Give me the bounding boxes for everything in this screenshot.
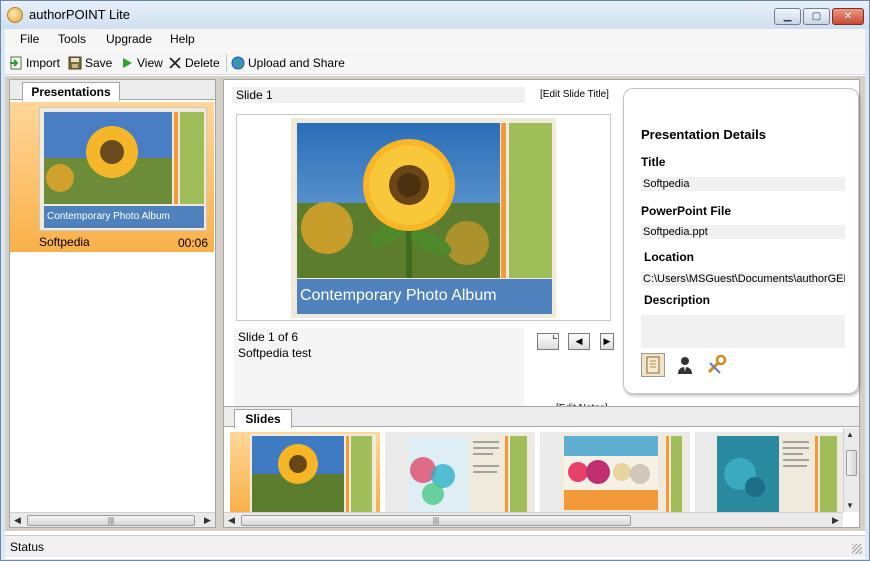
presentation-name: Softpedia	[39, 235, 90, 249]
scroll-down-icon[interactable]: ▼	[846, 501, 854, 510]
status-text: Status	[10, 540, 45, 554]
slide-title-label: Slide 1	[232, 87, 525, 103]
scroll-up-icon[interactable]: ▲	[846, 430, 854, 439]
scroll-left-icon[interactable]: ◀	[10, 513, 25, 528]
slide-counter: Slide 1 of 6	[238, 330, 299, 344]
previous-slide-button[interactable]: ◀	[568, 333, 590, 350]
description-label: Description	[644, 293, 711, 307]
toolbar: Import Save View Delete Upload and Share	[5, 50, 865, 75]
slide-thumbnail-1[interactable]	[230, 432, 380, 512]
view-label: View	[137, 56, 163, 70]
slide-preview: Contemporary Photo Album	[291, 118, 556, 318]
delete-x-icon	[168, 56, 182, 70]
import-label: Import	[26, 56, 61, 70]
globe-upload-icon	[231, 56, 245, 70]
menu-tools[interactable]: Tools	[58, 32, 86, 46]
edit-slide-title-link[interactable]: [Edit Slide Title]	[540, 89, 609, 100]
slide-accent-orange	[501, 123, 506, 278]
presentation-thumbnail: Contemporary Photo Album	[39, 107, 207, 231]
title-label: Title	[641, 155, 666, 169]
window-title: authorPOINT Lite	[29, 7, 130, 22]
slide-thumbnail-2[interactable]	[385, 432, 535, 512]
scroll-right-icon[interactable]: ▶	[828, 513, 843, 528]
slide-caption: Contemporary Photo Album	[297, 279, 552, 314]
presentation-info-icon[interactable]	[641, 353, 665, 377]
import-icon	[9, 56, 23, 70]
close-button[interactable]: ✕	[832, 8, 864, 25]
dropdown-corner-icon	[553, 335, 557, 339]
slide-editor-pane: Slide 1 [Edit Slide Title] Contemporary …	[223, 79, 860, 424]
scroll-right-icon[interactable]: ▶	[200, 513, 215, 528]
scroll-left-icon[interactable]: ◀	[224, 513, 239, 528]
app-window: authorPOINT Lite ▁ ▢ ✕ File Tools Upgrad…	[0, 0, 870, 561]
vscroll-thumb[interactable]	[846, 450, 857, 476]
presentation-details-panel: Presentation Details Title Softpedia Pow…	[623, 88, 859, 394]
slide-options-button[interactable]	[537, 333, 559, 350]
menu-help[interactable]: Help	[170, 32, 195, 46]
save-button[interactable]: Save	[68, 55, 112, 71]
description-field[interactable]	[641, 315, 845, 348]
slide-preview-frame: Contemporary Photo Album	[236, 114, 611, 321]
slide-thumbnail-4[interactable]	[695, 432, 845, 512]
powerpoint-file-field[interactable]: Softpedia.ppt	[641, 225, 845, 239]
resize-grip-icon[interactable]	[852, 544, 862, 554]
location-field[interactable]: C:\Users\MSGuest\Documents\authorGEN	[641, 272, 845, 286]
presentations-tabstrip: Presentations	[10, 80, 215, 101]
slide-thumbnail-3[interactable]	[540, 432, 690, 512]
menu-file[interactable]: File	[20, 32, 39, 46]
author-profile-icon[interactable]	[673, 353, 697, 377]
minimize-button[interactable]: ▁	[774, 8, 801, 25]
arrow-left-icon: ◀	[575, 336, 583, 346]
play-icon	[120, 56, 134, 70]
thumbnail-caption: Contemporary Photo Album	[44, 206, 204, 228]
upload-share-button[interactable]: Upload and Share	[231, 55, 345, 71]
status-bar: Status	[5, 535, 865, 557]
scroll-thumb[interactable]: |||	[241, 515, 631, 526]
save-icon	[68, 56, 82, 70]
slides-pane: Slides ▲ ▼ ◀ ||| ▶	[223, 406, 860, 528]
location-label: Location	[644, 250, 694, 264]
title-bar[interactable]: authorPOINT Lite ▁ ▢ ✕	[1, 1, 869, 29]
client-area: File Tools Upgrade Help Import Save View…	[5, 29, 865, 559]
arrow-right-icon: ▶	[603, 336, 611, 346]
view-button[interactable]: View	[120, 55, 163, 71]
presentation-duration: 00:06	[177, 236, 208, 250]
menu-bar: File Tools Upgrade Help	[5, 29, 865, 49]
app-logo-icon	[7, 7, 23, 23]
sunflower-image	[297, 123, 500, 278]
tab-presentations[interactable]: Presentations	[22, 82, 120, 101]
menu-upgrade[interactable]: Upgrade	[106, 32, 152, 46]
presentation-item[interactable]: Contemporary Photo Album Softpedia 00:06	[10, 102, 214, 252]
next-slide-button[interactable]: ▶	[600, 333, 614, 350]
delete-label: Delete	[185, 56, 220, 70]
toolbar-divider	[226, 54, 227, 72]
scroll-thumb[interactable]: |||	[27, 515, 195, 526]
slides-vscrollbar[interactable]: ▲ ▼	[843, 428, 859, 512]
title-field[interactable]: Softpedia	[641, 177, 845, 191]
tools-settings-icon[interactable]	[705, 353, 729, 377]
tab-slides[interactable]: Slides	[234, 409, 292, 428]
powerpoint-file-label: PowerPoint File	[641, 204, 732, 218]
details-heading: Presentation Details	[641, 127, 766, 142]
slides-hscrollbar[interactable]: ◀ ||| ▶	[224, 512, 843, 527]
delete-button[interactable]: Delete	[168, 55, 220, 71]
slide-accent-green	[509, 123, 552, 278]
import-button[interactable]: Import	[9, 55, 60, 71]
slides-tabstrip: Slides	[224, 407, 859, 428]
presentations-hscrollbar[interactable]: ◀ ||| ▶	[10, 512, 215, 527]
save-label: Save	[85, 56, 113, 70]
slide-notes-text: Softpedia test	[238, 346, 312, 360]
presentations-pane: Presentations Contemporary Photo Album S…	[9, 79, 216, 528]
upload-share-label: Upload and Share	[248, 56, 345, 70]
maximize-button[interactable]: ▢	[803, 8, 830, 25]
